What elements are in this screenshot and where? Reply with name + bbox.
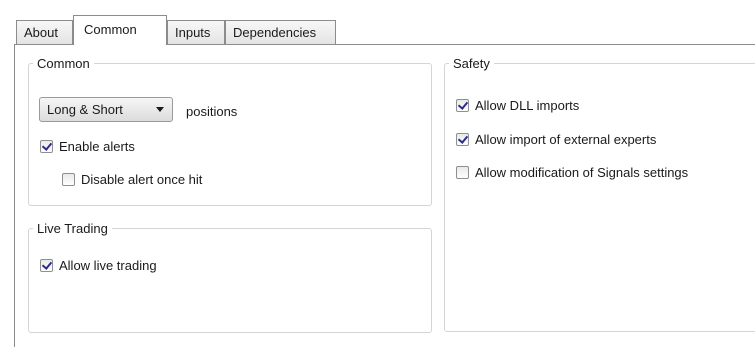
- tab-strip: About Common Inputs Dependencies: [16, 15, 755, 45]
- tab-panel-common: Common Long & Short positions Enable ale…: [14, 44, 755, 347]
- tab-about[interactable]: About: [16, 20, 73, 45]
- allow-import-external-experts-checkbox[interactable]: Allow import of external experts: [456, 132, 656, 147]
- allow-live-trading-checkbox[interactable]: Allow live trading: [40, 258, 157, 273]
- allow-import-external-experts-label: Allow import of external experts: [475, 132, 657, 147]
- positions-label-row: positions: [186, 104, 237, 119]
- chevron-down-icon: [156, 107, 164, 112]
- allow-dll-imports-label: Allow DLL imports: [475, 98, 580, 113]
- positions-select-value: Long & Short: [47, 102, 123, 117]
- enable-alerts-checkbox[interactable]: Enable alerts: [40, 139, 135, 154]
- positions-label: positions: [186, 104, 238, 119]
- checkbox-checked-icon[interactable]: [456, 133, 469, 146]
- allow-dll-imports-checkbox[interactable]: Allow DLL imports: [456, 98, 579, 113]
- enable-alerts-label: Enable alerts: [59, 139, 135, 154]
- positions-select[interactable]: Long & Short: [39, 97, 173, 122]
- disable-alert-once-hit-checkbox[interactable]: Disable alert once hit: [62, 172, 202, 187]
- tab-dependencies[interactable]: Dependencies: [225, 20, 336, 45]
- allow-live-trading-label: Allow live trading: [59, 258, 157, 273]
- live-trading-group: Live Trading Allow live trading: [28, 221, 432, 333]
- tab-inputs[interactable]: Inputs: [167, 20, 225, 45]
- safety-group: Safety Allow DLL imports Allow import of…: [444, 56, 755, 332]
- safety-group-title: Safety: [453, 56, 490, 71]
- checkbox-unchecked-icon[interactable]: [62, 173, 75, 186]
- checkbox-checked-icon[interactable]: [40, 140, 53, 153]
- disable-alert-once-hit-label: Disable alert once hit: [81, 172, 203, 187]
- checkbox-checked-icon[interactable]: [456, 99, 469, 112]
- tab-common[interactable]: Common: [73, 15, 167, 45]
- live-trading-group-title: Live Trading: [37, 221, 108, 236]
- checkbox-checked-icon[interactable]: [40, 259, 53, 272]
- common-group: Common Long & Short positions Enable ale…: [28, 56, 432, 206]
- allow-modification-signals-label: Allow modification of Signals settings: [475, 165, 689, 180]
- common-group-title: Common: [37, 56, 90, 71]
- checkbox-unchecked-icon[interactable]: [456, 166, 469, 179]
- allow-modification-signals-checkbox[interactable]: Allow modification of Signals settings: [456, 165, 688, 180]
